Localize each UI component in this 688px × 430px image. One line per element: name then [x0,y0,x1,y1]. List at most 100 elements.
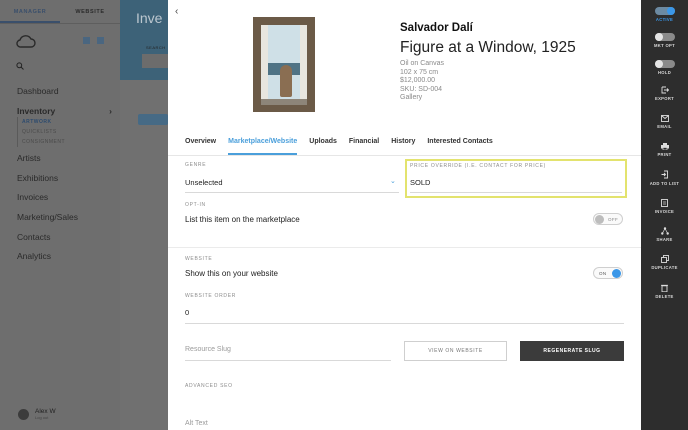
website-label: WEBSITE [185,256,213,262]
notifications-icon[interactable] [82,36,91,45]
nav-dashboard[interactable]: Dashboard [17,84,112,104]
inventory-list-background: Inve SEARCH [120,0,168,430]
subnav-quicklists[interactable]: QUICKLISTS [22,127,112,137]
add-to-list-button[interactable]: ADD TO LIST [641,170,688,186]
artwork-location: Gallery [400,94,423,102]
view-on-website-button[interactable]: VIEW ON WEBSITE [404,341,507,361]
invoice-button[interactable]: INVOICE [641,199,688,214]
delete-label: DELETE [655,294,674,299]
mode-switch: MANAGER WEBSITE [0,0,120,24]
artwork-meta: Oil on Canvas 102 x 75 cm $12,000.00 SKU… [400,60,444,103]
export-label: EXPORT [654,96,675,101]
tab-history[interactable]: History [391,137,415,155]
regenerate-slug-button[interactable]: REGENERATE SLUG [520,341,624,361]
email-label: EMAIL [657,124,672,129]
price-override-underline [410,192,622,193]
tab-financial[interactable]: Financial [349,137,379,155]
section-divider [168,247,641,248]
nav-invoices[interactable]: Invoices [17,190,112,210]
advanced-seo-label: ADVANCED SEO [185,383,233,389]
share-button[interactable]: SHARE [641,227,688,242]
website-tab[interactable]: WEBSITE [60,0,120,23]
list-action-button [138,114,168,125]
export-icon [661,86,669,94]
hold-label: HOLD [657,70,672,75]
artwork-sku: SKU: SD-004 [400,85,443,93]
resource-slug-underline [185,360,391,361]
optin-toggle-label: OFF [608,216,619,222]
website-order-underline [185,323,624,324]
left-sidebar: MANAGER WEBSITE Dashboard Inventory › AR… [0,0,120,430]
delete-button[interactable]: DELETE [641,284,688,299]
website-order-label: WEBSITE ORDER [185,293,237,299]
tab-uploads[interactable]: Uploads [309,137,337,155]
nav-artists[interactable]: Artists [17,151,112,171]
optin-text: List this item on the marketplace [185,215,300,224]
search-icon[interactable] [16,62,24,70]
subnav-consignment[interactable]: CONSIGNMENT [22,137,112,147]
logo-row [16,34,112,54]
subnav-artwork[interactable]: ARTWORK [22,117,112,127]
price-override-label: PRICE OVERRIDE (I.E. CONTACT FOR PRICE) [410,163,547,169]
genre-label: GENRE [185,162,207,168]
nav-marketing-sales[interactable]: Marketing/Sales [17,210,112,230]
alt-text-input[interactable]: Alt Text [185,420,208,427]
mkt-opt-label: MKT OPT [654,43,675,48]
tab-marketplace-website[interactable]: Marketplace/Website [228,137,298,155]
genre-select[interactable]: Unselected [185,178,223,187]
share-icon [660,227,669,235]
resource-slug-input[interactable]: Resource Slug [185,346,231,353]
nav-analytics[interactable]: Analytics [17,249,112,269]
artwork-title: Figure at a Window, 1925 [400,39,576,56]
duplicate-icon [660,255,669,263]
email-icon [660,115,669,122]
hold-toggle[interactable]: HOLD [641,60,688,75]
artwork-medium: Oil on Canvas [400,60,444,67]
user-menu[interactable]: Alex W Log out [0,398,120,430]
cloud-logo-icon [16,35,36,48]
messages-icon[interactable] [96,36,105,45]
nav-list: Dashboard Inventory › ARTWORK QUICKLISTS… [17,84,112,269]
inventory-subnav: ARTWORK QUICKLISTS CONSIGNMENT [17,117,112,148]
optin-toggle[interactable]: OFF [593,213,623,225]
artwork-dimensions: 102 x 75 cm [400,68,439,76]
email-button[interactable]: EMAIL [641,115,688,129]
share-label: SHARE [656,237,673,242]
duplicate-button[interactable]: DUPLICATE [641,255,688,270]
tab-interested-contacts[interactable]: Interested Contacts [427,137,492,155]
printer-icon [660,143,669,150]
duplicate-label: DUPLICATE [651,265,678,270]
user-name: Alex W [35,408,56,415]
invoice-label: INVOICE [654,209,675,214]
list-search-label: SEARCH [146,45,166,50]
genre-underline [185,192,399,193]
user-sub: Log out [35,415,49,420]
list-title: Inve [136,10,163,26]
print-label: PRINT [657,152,672,157]
avatar [18,408,29,420]
website-toggle[interactable]: ON [593,267,623,279]
tabs-divider [168,155,641,156]
nav-exhibitions[interactable]: Exhibitions [17,171,112,191]
detail-tabs: Overview Marketplace/Website Uploads Fin… [185,137,505,155]
artwork-detail-panel: ‹ Salvador Dalí Figure at a Window, 1925… [168,0,641,430]
website-toggle-label: ON [599,270,607,276]
active-label: ACTIVE [655,17,674,22]
trash-icon [661,284,668,292]
website-text: Show this on your website [185,269,278,278]
print-button[interactable]: PRINT [641,143,688,157]
tab-overview[interactable]: Overview [185,137,216,155]
chevron-down-icon[interactable]: ⌄ [390,177,396,185]
chevron-right-icon: › [109,105,112,116]
add-to-list-label: ADD TO LIST [649,181,680,186]
website-order-input[interactable]: 0 [185,308,189,317]
price-override-input[interactable]: SOLD [410,178,430,187]
mkt-opt-toggle[interactable]: MKT OPT [641,33,688,48]
add-to-list-icon [661,170,668,179]
invoice-icon [661,199,668,207]
active-toggle[interactable]: ACTIVE [641,7,688,22]
nav-contacts[interactable]: Contacts [17,230,112,250]
manager-tab[interactable]: MANAGER [0,0,60,23]
export-button[interactable]: EXPORT [641,86,688,101]
back-chevron-icon[interactable]: ‹ [175,6,178,17]
